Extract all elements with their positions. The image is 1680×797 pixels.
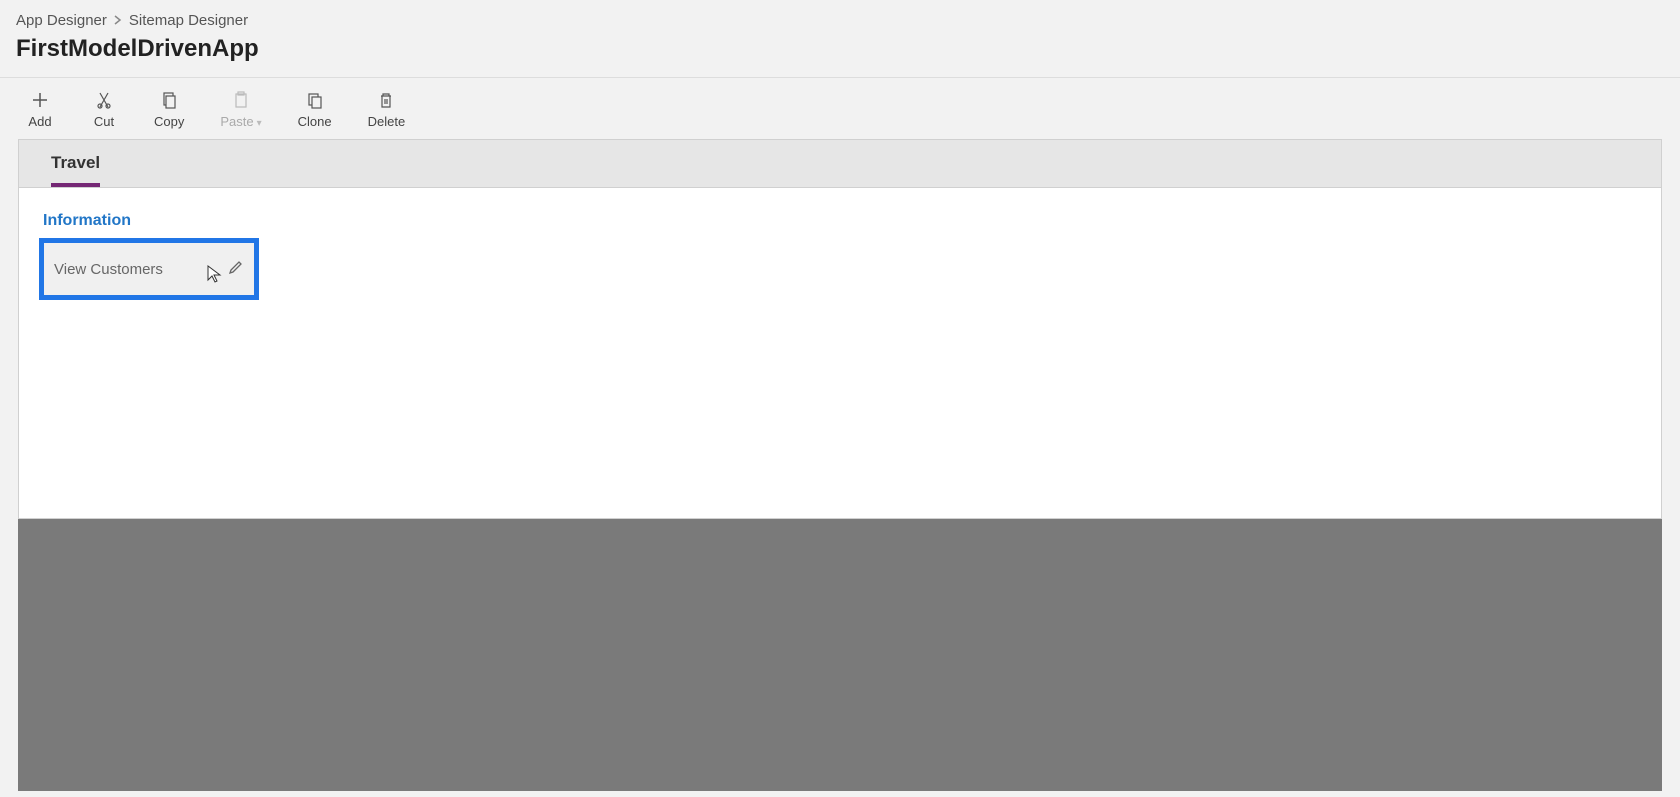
- copy-icon: [159, 90, 179, 110]
- group-title-information[interactable]: Information: [43, 212, 1641, 230]
- bottom-panel: [18, 519, 1662, 791]
- cut-label: Cut: [94, 114, 114, 129]
- breadcrumb-parent[interactable]: App Designer: [16, 12, 107, 29]
- chevron-right-icon: [113, 12, 123, 29]
- clone-button[interactable]: Clone: [292, 86, 338, 133]
- paste-label: Paste▾: [220, 114, 261, 129]
- delete-icon: [376, 90, 396, 110]
- plus-icon: [30, 90, 50, 110]
- sitemap-canvas: Travel Information View Customers: [18, 139, 1662, 519]
- cut-icon: [94, 90, 114, 110]
- delete-button[interactable]: Delete: [362, 86, 412, 133]
- area-tab-travel[interactable]: Travel: [51, 153, 100, 187]
- paste-button: Paste▾: [214, 86, 267, 133]
- paste-icon: [231, 90, 251, 110]
- clone-icon: [305, 90, 325, 110]
- breadcrumb-current: Sitemap Designer: [129, 12, 248, 29]
- area-header: Travel: [19, 140, 1661, 188]
- pencil-icon[interactable]: [228, 259, 244, 280]
- clone-label: Clone: [298, 114, 332, 129]
- chevron-down-icon: ▾: [257, 118, 262, 129]
- page-title: FirstModelDrivenApp: [16, 35, 1664, 63]
- add-button[interactable]: Add: [20, 86, 60, 133]
- canvas-body[interactable]: Information View Customers: [19, 188, 1661, 518]
- subarea-tile-view-customers[interactable]: View Customers: [39, 238, 259, 300]
- cut-button[interactable]: Cut: [84, 86, 124, 133]
- delete-label: Delete: [368, 114, 406, 129]
- copy-button[interactable]: Copy: [148, 86, 190, 133]
- add-label: Add: [28, 114, 51, 129]
- subarea-label: View Customers: [54, 261, 163, 278]
- copy-label: Copy: [154, 114, 184, 129]
- breadcrumb: App Designer Sitemap Designer: [16, 12, 1664, 29]
- toolbar: Add Cut Copy Paste▾ Clone Delete: [0, 78, 1680, 139]
- page-header: App Designer Sitemap Designer FirstModel…: [0, 0, 1680, 78]
